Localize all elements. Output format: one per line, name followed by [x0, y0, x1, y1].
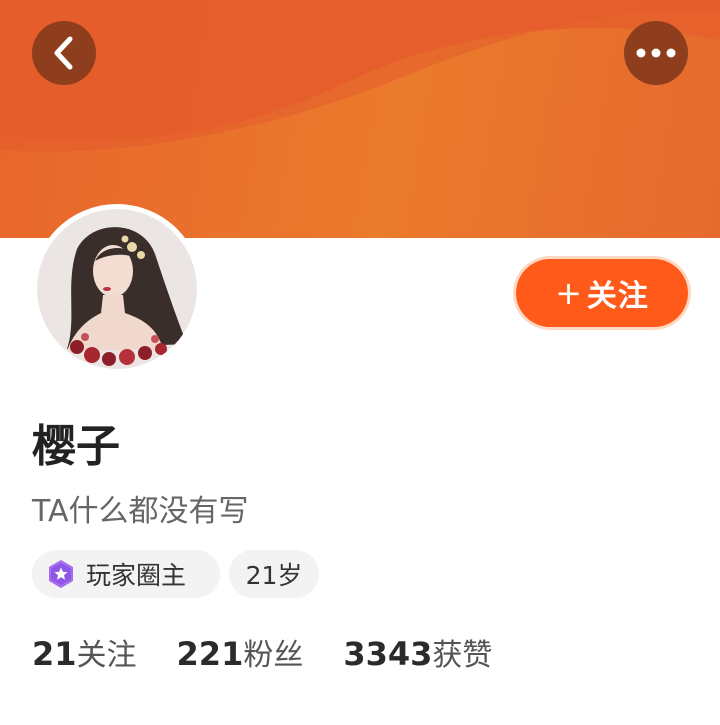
avatar-illustration	[37, 209, 197, 369]
follow-label: 关注	[586, 279, 649, 314]
stat-following[interactable]: 21 关注	[32, 630, 137, 674]
stat-followers[interactable]: 221 粉丝	[177, 630, 304, 674]
star-badge-icon	[49, 560, 73, 588]
username: 樱子	[32, 421, 120, 472]
stat-followers-value: 221	[176, 635, 244, 673]
profile-header-banner	[0, 0, 720, 238]
plus-icon: +	[555, 274, 583, 312]
tag-age-label: 21岁	[245, 561, 303, 590]
more-dots-icon	[636, 48, 676, 58]
follow-button[interactable]: + 关注	[516, 259, 688, 327]
stat-likes-label: 获赞	[432, 638, 493, 673]
stat-following-value: 21	[32, 635, 77, 673]
stat-followers-label: 粉丝	[243, 638, 304, 673]
tag-age: 21岁	[229, 550, 319, 598]
bio-text: TA什么都没有写	[32, 494, 249, 529]
chevron-left-icon	[54, 36, 73, 70]
stat-likes-value: 3343	[343, 635, 433, 673]
stat-likes[interactable]: 3343 获赞	[343, 630, 492, 674]
tag-role-label: 玩家圈主	[86, 561, 187, 590]
more-button[interactable]	[624, 21, 688, 85]
avatar[interactable]	[32, 204, 202, 374]
stat-following-label: 关注	[76, 638, 137, 673]
header-wave-decoration	[0, 0, 720, 152]
tag-player-circle-owner[interactable]: 玩家圈主	[32, 550, 220, 598]
stats-row: 21 关注 221 粉丝 3343 获赞	[32, 630, 532, 674]
back-button[interactable]	[32, 21, 96, 85]
